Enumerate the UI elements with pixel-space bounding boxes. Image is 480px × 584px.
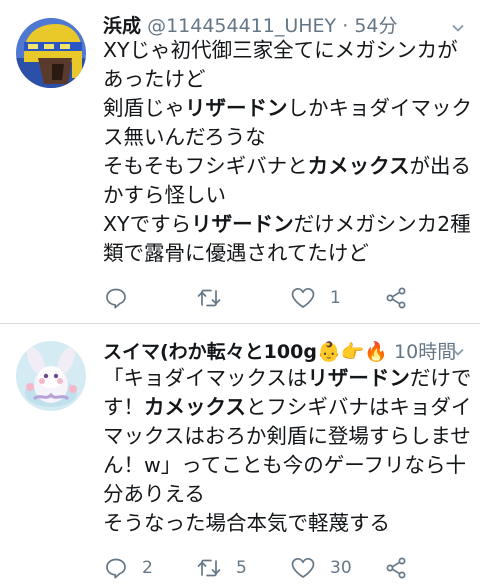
- tweet-header: 浜成 @114454411_UHEY · 54分: [103, 14, 398, 38]
- separator-dot: ·: [342, 15, 349, 37]
- like-count: 1: [330, 288, 341, 308]
- action-bar: 1: [0, 283, 480, 313]
- text-line: XYですらリザードンだけメガシンカ2種: [103, 212, 471, 236]
- text-line: す！カメックスとフシギバナはキョダイ: [103, 395, 472, 419]
- text-line: 分ありえる: [103, 482, 205, 506]
- text-line: ス無いんだろうな: [103, 125, 266, 149]
- tweet-1[interactable]: 浜成 @114454411_UHEY · 54分 XYじゃ初代御三家全てにメガシ…: [0, 0, 480, 323]
- masked-character-avatar-icon: [16, 18, 86, 88]
- fire-emoji-icon: 🔥: [364, 341, 388, 363]
- share-button[interactable]: [384, 283, 408, 313]
- tweet-2[interactable]: スイマ(わか転々と100g👶👉🔥 10時間 「キョダイマックスはリザードンだけで…: [0, 324, 480, 584]
- reply-icon: [106, 288, 126, 309]
- text-line: 剣盾じゃリザードンしかキョダイマック: [103, 96, 472, 120]
- text-line: 類で露骨に優遇されてたけど: [103, 241, 369, 265]
- text-line: XYじゃ初代御三家全てにメガシンカが: [103, 38, 458, 62]
- like-button[interactable]: 30: [290, 553, 352, 583]
- baby-emoji-icon: 👶: [316, 341, 341, 363]
- retweet-button[interactable]: [196, 283, 236, 313]
- heart-icon: [291, 557, 315, 578]
- display-name[interactable]: 浜成: [103, 15, 141, 37]
- retweet-button[interactable]: 5: [196, 553, 247, 583]
- reply-icon: [106, 558, 126, 579]
- reply-button[interactable]: [104, 283, 142, 313]
- tweet-text: XYじゃ初代御三家全てにメガシンカが あったけど 剣盾じゃリザードンしかキョダイ…: [103, 36, 472, 268]
- text-line: マックスはおろか剣盾に登場すらしませ: [103, 424, 471, 448]
- reply-count: 2: [142, 558, 153, 578]
- text-line: そもそもフシギバナとカメックスが出る: [103, 154, 471, 178]
- share-icon: [386, 287, 406, 309]
- action-bar: 2 5 30: [0, 553, 480, 583]
- display-name[interactable]: スイマ(わか転々と100g: [103, 341, 317, 363]
- text-line: あったけど: [103, 67, 206, 91]
- heart-icon: [291, 287, 315, 308]
- text-line: ん！w」ってことも今のゲーフリなら十: [103, 453, 467, 477]
- chevron-down-icon[interactable]: [452, 22, 464, 34]
- like-count: 30: [330, 558, 352, 578]
- avatar[interactable]: [16, 18, 86, 88]
- avatar[interactable]: [16, 341, 86, 411]
- like-button[interactable]: 1: [290, 283, 341, 313]
- text-line: そうなった場合本気で軽蔑する: [103, 511, 390, 535]
- timestamp[interactable]: 10時間: [394, 341, 456, 363]
- retweet-icon: [197, 559, 221, 577]
- share-icon: [386, 557, 406, 579]
- pokemon-illustration-avatar-icon: [16, 341, 86, 411]
- retweet-count: 5: [236, 558, 247, 578]
- chevron-down-icon[interactable]: [452, 346, 464, 358]
- reply-button[interactable]: 2: [104, 553, 153, 583]
- text-line: 「キョダイマックスはリザードンだけで: [103, 366, 472, 390]
- retweet-icon: [197, 289, 221, 307]
- text-line: かすら怪しい: [103, 183, 226, 207]
- tweet-header: スイマ(わか転々と100g👶👉🔥 10時間: [103, 340, 456, 364]
- tweet-text: 「キョダイマックスはリザードンだけで す！カメックスとフシギバナはキョダイ マッ…: [103, 364, 471, 538]
- timestamp[interactable]: 54分: [354, 15, 397, 37]
- share-button[interactable]: [384, 553, 408, 583]
- username[interactable]: @114454411_UHEY: [147, 15, 336, 37]
- pointing-hand-emoji-icon: 👉: [340, 341, 365, 363]
